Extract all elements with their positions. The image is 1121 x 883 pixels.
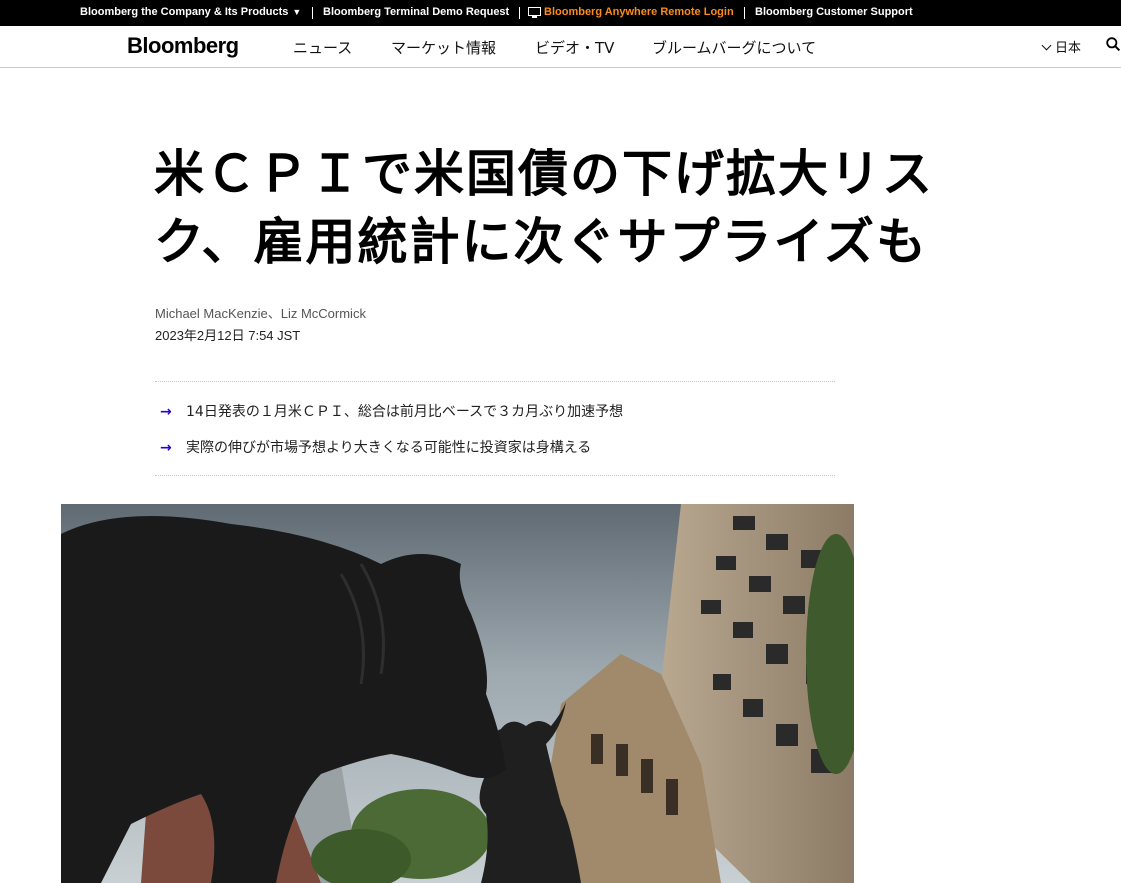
language-selector[interactable]: 日本 [1041, 37, 1082, 56]
headline-line-2: ク、雇用統計に次ぐサプライズも [154, 213, 928, 271]
divider [312, 7, 313, 19]
summary-text: 14日発表の１月米ＣＰＩ、総合は前月比ベースで３カ月ぶり加速予想 [186, 404, 624, 420]
company-products-link[interactable]: Bloomberg the Company & Its Products ▼ [80, 0, 301, 26]
article-summary: → 14日発表の１月米ＣＰＩ、総合は前月比ベースで３カ月ぶり加速予想 → 実際の伸び… [155, 381, 835, 476]
company-products-label: Bloomberg the Company & Its Products [80, 6, 289, 18]
article-authors[interactable]: Michael MacKenzie、Liz McCormick [155, 303, 366, 322]
publish-date: 2023年2月12日 7:54 JST [155, 328, 301, 343]
utility-bar: Bloomberg the Company & Its Products ▼ Bl… [0, 0, 1121, 26]
nav-item-about[interactable]: ブルームバーグについて [652, 37, 816, 58]
arrow-right-icon: → [160, 440, 172, 456]
nav-item-markets[interactable]: マーケット情報 [391, 37, 496, 58]
divider [744, 7, 745, 19]
terminal-demo-link[interactable]: Bloomberg Terminal Demo Request [323, 0, 509, 26]
headline-line-1: 米ＣＰＩで米国債の下げ拡大リス [154, 145, 934, 203]
customer-support-link[interactable]: Bloomberg Customer Support [755, 0, 913, 26]
terminal-icon [528, 7, 541, 18]
summary-item: → 実際の伸びが市場予想より大きくなる可能性に投資家は身構える [155, 437, 591, 457]
language-label: 日本 [1055, 41, 1082, 56]
anywhere-login-label: Bloomberg Anywhere Remote Login [544, 6, 734, 18]
search-icon[interactable] [1106, 37, 1120, 51]
arrow-right-icon: → [160, 404, 172, 420]
hero-image-bear-bull [61, 504, 854, 883]
nav-item-video-tv[interactable]: ビデオ・TV [535, 37, 614, 58]
divider [519, 7, 520, 19]
caret-down-icon: ▼ [292, 7, 302, 17]
bloomberg-logo[interactable]: Bloomberg [127, 33, 239, 59]
nav-item-news[interactable]: ニュース [293, 37, 352, 58]
anywhere-login-link[interactable]: Bloomberg Anywhere Remote Login [528, 0, 734, 26]
main-navigation: Bloomberg ニュース マーケット情報 ビデオ・TV ブルームバーグについ… [0, 26, 1121, 68]
chevron-down-icon [1041, 40, 1052, 51]
summary-text: 実際の伸びが市場予想より大きくなる可能性に投資家は身構える [186, 440, 592, 456]
article-headline: 米ＣＰＩで米国債の下げ拡大リス ク、雇用統計に次ぐサプライズも [154, 140, 1024, 276]
summary-item: → 14日発表の１月米ＣＰＩ、総合は前月比ベースで３カ月ぶり加速予想 [155, 401, 623, 421]
